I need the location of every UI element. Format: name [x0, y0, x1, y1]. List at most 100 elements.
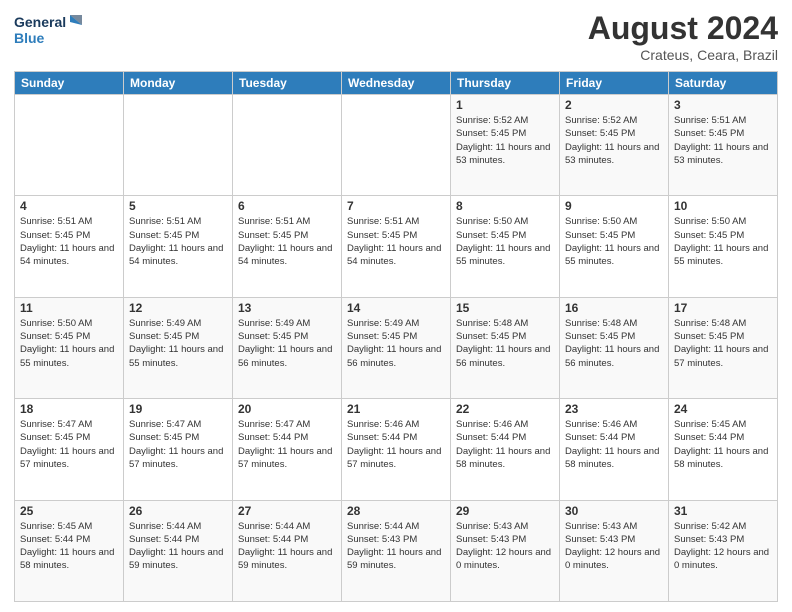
calendar-cell-0-0 [15, 95, 124, 196]
header: GeneralBlue August 2024 Crateus, Ceara, … [14, 10, 778, 63]
calendar-cell-0-4: 1Sunrise: 5:52 AM Sunset: 5:45 PM Daylig… [451, 95, 560, 196]
day-info: Sunrise: 5:48 AM Sunset: 5:45 PM Dayligh… [565, 317, 663, 370]
calendar-cell-0-3 [342, 95, 451, 196]
calendar-cell-3-0: 18 Sunrise: 5:47 AM Sunset: 5:45 PM Dayli… [15, 399, 124, 500]
day-info: Sunrise: 5:50 AM Sunset: 5:45 PM Dayligh… [20, 317, 118, 370]
header-thursday: Thursday [451, 72, 560, 95]
day-info: Sunrise: 5:47 AM Sunset: 5:44 PM Dayligh… [238, 418, 336, 471]
logo-svg: GeneralBlue [14, 10, 84, 50]
calendar-cell-2-6: 17 Sunrise: 5:48 AM Sunset: 5:45 PM Dayli… [669, 297, 778, 398]
day-number: 2 [565, 98, 663, 112]
header-row: Sunday Monday Tuesday Wednesday Thursday… [15, 72, 778, 95]
calendar-cell-1-0: 4 Sunrise: 5:51 AM Sunset: 5:45 PM Daylig… [15, 196, 124, 297]
page: GeneralBlue August 2024 Crateus, Ceara, … [0, 0, 792, 612]
day-info: Sunrise: 5:49 AM Sunset: 5:45 PM Dayligh… [347, 317, 445, 370]
calendar-cell-4-1: 26Sunrise: 5:44 AM Sunset: 5:44 PM Dayli… [124, 500, 233, 601]
calendar-cell-2-0: 11 Sunrise: 5:50 AM Sunset: 5:45 PM Dayli… [15, 297, 124, 398]
day-number: 27 [238, 504, 336, 518]
day-number: 26 [129, 504, 227, 518]
day-info: Sunrise: 5:49 AM Sunset: 5:45 PM Dayligh… [129, 317, 227, 370]
day-info: Sunrise: 5:49 AM Sunset: 5:45 PM Dayligh… [238, 317, 336, 370]
day-number: 10 [674, 199, 772, 213]
day-info: Sunrise: 5:51 AM Sunset: 5:45 PM Dayligh… [20, 215, 118, 268]
day-number: 25 [20, 504, 118, 518]
day-info: Sunrise: 5:44 AM Sunset: 5:43 PM Dayligh… [347, 520, 445, 573]
calendar-cell-2-3: 14Sunrise: 5:49 AM Sunset: 5:45 PM Dayli… [342, 297, 451, 398]
calendar-cell-3-3: 21 Sunrise: 5:46 AM Sunset: 5:44 PM Dayli… [342, 399, 451, 500]
header-saturday: Saturday [669, 72, 778, 95]
day-number: 22 [456, 402, 554, 416]
day-number: 11 [20, 301, 118, 315]
day-info: Sunrise: 5:47 AM Sunset: 5:45 PM Dayligh… [20, 418, 118, 471]
calendar-cell-0-6: 3 Sunrise: 5:51 AM Sunset: 5:45 PM Daylig… [669, 95, 778, 196]
calendar-cell-4-6: 31Sunrise: 5:42 AM Sunset: 5:43 PM Dayli… [669, 500, 778, 601]
day-number: 5 [129, 199, 227, 213]
day-number: 8 [456, 199, 554, 213]
calendar-cell-3-6: 24Sunrise: 5:45 AM Sunset: 5:44 PM Dayli… [669, 399, 778, 500]
day-info: Sunrise: 5:50 AM Sunset: 5:45 PM Dayligh… [674, 215, 772, 268]
calendar-cell-4-4: 29Sunrise: 5:43 AM Sunset: 5:43 PM Dayli… [451, 500, 560, 601]
day-number: 17 [674, 301, 772, 315]
header-wednesday: Wednesday [342, 72, 451, 95]
calendar-cell-2-1: 12 Sunrise: 5:49 AM Sunset: 5:45 PM Dayli… [124, 297, 233, 398]
day-number: 9 [565, 199, 663, 213]
day-info: Sunrise: 5:43 AM Sunset: 5:43 PM Dayligh… [456, 520, 554, 573]
week-row-4: 25 Sunrise: 5:45 AM Sunset: 5:44 PM Dayli… [15, 500, 778, 601]
calendar-cell-1-6: 10 Sunrise: 5:50 AM Sunset: 5:45 PM Dayli… [669, 196, 778, 297]
day-number: 13 [238, 301, 336, 315]
day-number: 24 [674, 402, 772, 416]
week-row-3: 18 Sunrise: 5:47 AM Sunset: 5:45 PM Dayli… [15, 399, 778, 500]
calendar-cell-4-0: 25 Sunrise: 5:45 AM Sunset: 5:44 PM Dayli… [15, 500, 124, 601]
calendar-cell-2-2: 13 Sunrise: 5:49 AM Sunset: 5:45 PM Dayli… [233, 297, 342, 398]
week-row-2: 11 Sunrise: 5:50 AM Sunset: 5:45 PM Dayli… [15, 297, 778, 398]
calendar-cell-0-5: 2 Sunrise: 5:52 AM Sunset: 5:45 PM Daylig… [560, 95, 669, 196]
calendar-cell-4-2: 27 Sunrise: 5:44 AM Sunset: 5:44 PM Dayli… [233, 500, 342, 601]
day-number: 4 [20, 199, 118, 213]
day-info: Sunrise: 5:52 AM Sunset: 5:45 PM Dayligh… [565, 114, 663, 167]
day-number: 23 [565, 402, 663, 416]
day-info: Sunrise: 5:46 AM Sunset: 5:44 PM Dayligh… [565, 418, 663, 471]
title-block: August 2024 Crateus, Ceara, Brazil [588, 10, 778, 63]
day-number: 6 [238, 199, 336, 213]
day-info: Sunrise: 5:48 AM Sunset: 5:45 PM Dayligh… [674, 317, 772, 370]
calendar-cell-4-3: 28 Sunrise: 5:44 AM Sunset: 5:43 PM Dayli… [342, 500, 451, 601]
day-number: 3 [674, 98, 772, 112]
calendar-cell-3-2: 20Sunrise: 5:47 AM Sunset: 5:44 PM Dayli… [233, 399, 342, 500]
day-info: Sunrise: 5:44 AM Sunset: 5:44 PM Dayligh… [238, 520, 336, 573]
calendar-cell-4-5: 30 Sunrise: 5:43 AM Sunset: 5:43 PM Dayli… [560, 500, 669, 601]
day-info: Sunrise: 5:51 AM Sunset: 5:45 PM Dayligh… [238, 215, 336, 268]
day-info: Sunrise: 5:50 AM Sunset: 5:45 PM Dayligh… [565, 215, 663, 268]
day-info: Sunrise: 5:46 AM Sunset: 5:44 PM Dayligh… [347, 418, 445, 471]
calendar-cell-2-5: 16 Sunrise: 5:48 AM Sunset: 5:45 PM Dayli… [560, 297, 669, 398]
day-number: 16 [565, 301, 663, 315]
day-number: 30 [565, 504, 663, 518]
day-number: 19 [129, 402, 227, 416]
calendar-header: Sunday Monday Tuesday Wednesday Thursday… [15, 72, 778, 95]
svg-text:General: General [14, 14, 66, 30]
calendar-cell-3-4: 22Sunrise: 5:46 AM Sunset: 5:44 PM Dayli… [451, 399, 560, 500]
day-info: Sunrise: 5:47 AM Sunset: 5:45 PM Dayligh… [129, 418, 227, 471]
day-info: Sunrise: 5:45 AM Sunset: 5:44 PM Dayligh… [20, 520, 118, 573]
day-info: Sunrise: 5:51 AM Sunset: 5:45 PM Dayligh… [674, 114, 772, 167]
calendar-cell-1-1: 5 Sunrise: 5:51 AM Sunset: 5:45 PM Daylig… [124, 196, 233, 297]
day-number: 1 [456, 98, 554, 112]
calendar-cell-3-5: 23 Sunrise: 5:46 AM Sunset: 5:44 PM Dayli… [560, 399, 669, 500]
logo: GeneralBlue [14, 10, 84, 50]
day-number: 21 [347, 402, 445, 416]
day-number: 12 [129, 301, 227, 315]
header-sunday: Sunday [15, 72, 124, 95]
calendar-cell-0-2 [233, 95, 342, 196]
day-info: Sunrise: 5:50 AM Sunset: 5:45 PM Dayligh… [456, 215, 554, 268]
day-info: Sunrise: 5:51 AM Sunset: 5:45 PM Dayligh… [129, 215, 227, 268]
day-info: Sunrise: 5:48 AM Sunset: 5:45 PM Dayligh… [456, 317, 554, 370]
day-info: Sunrise: 5:43 AM Sunset: 5:43 PM Dayligh… [565, 520, 663, 573]
header-monday: Monday [124, 72, 233, 95]
calendar-cell-1-3: 7Sunrise: 5:51 AM Sunset: 5:45 PM Daylig… [342, 196, 451, 297]
day-number: 18 [20, 402, 118, 416]
calendar-subtitle: Crateus, Ceara, Brazil [588, 47, 778, 63]
day-number: 15 [456, 301, 554, 315]
calendar-cell-1-5: 9 Sunrise: 5:50 AM Sunset: 5:45 PM Daylig… [560, 196, 669, 297]
day-number: 28 [347, 504, 445, 518]
day-number: 7 [347, 199, 445, 213]
calendar-cell-2-4: 15 Sunrise: 5:48 AM Sunset: 5:45 PM Dayli… [451, 297, 560, 398]
